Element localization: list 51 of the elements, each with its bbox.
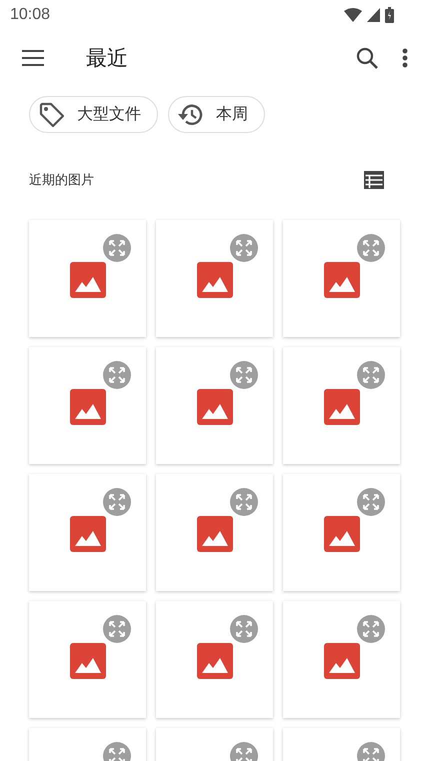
- image-file-icon: [70, 516, 106, 552]
- image-file-icon: [196, 642, 232, 678]
- image-thumbnail[interactable]: [29, 220, 146, 337]
- image-file-icon: [324, 516, 360, 552]
- image-thumbnail[interactable]: [156, 601, 273, 718]
- expand-icon[interactable]: [230, 361, 258, 389]
- signal-icon: [367, 8, 380, 22]
- history-icon: [178, 102, 204, 126]
- image-file-icon: [324, 388, 360, 424]
- section-title: 近期的图片: [29, 172, 94, 189]
- expand-icon[interactable]: [103, 488, 131, 516]
- image-file-icon: [324, 262, 360, 298]
- list-view-button[interactable]: [364, 171, 384, 189]
- expand-icon[interactable]: [230, 615, 258, 643]
- status-time: 10:08: [10, 6, 50, 24]
- expand-icon[interactable]: [103, 361, 131, 389]
- image-file-icon: [70, 262, 106, 298]
- image-thumbnail[interactable]: [156, 347, 273, 464]
- expand-icon[interactable]: [103, 234, 131, 262]
- search-icon: [356, 47, 378, 69]
- list-view-icon: [364, 171, 384, 189]
- page-title: 最近: [86, 45, 128, 72]
- expand-icon[interactable]: [230, 234, 258, 262]
- image-file-icon: [196, 516, 232, 552]
- filter-chip[interactable]: 本周: [168, 96, 265, 133]
- expand-icon[interactable]: [230, 488, 258, 516]
- menu-icon: [22, 50, 44, 66]
- image-file-icon: [70, 642, 106, 678]
- image-thumbnail[interactable]: [29, 601, 146, 718]
- image-file-icon: [324, 642, 360, 678]
- expand-icon[interactable]: [357, 488, 385, 516]
- expand-icon[interactable]: [357, 361, 385, 389]
- expand-icon[interactable]: [357, 615, 385, 643]
- expand-icon[interactable]: [357, 234, 385, 262]
- image-file-icon: [196, 262, 232, 298]
- tag-icon: [39, 102, 65, 128]
- image-file-icon: [196, 388, 232, 424]
- image-thumbnail[interactable]: [29, 474, 146, 591]
- battery-icon: [385, 7, 394, 23]
- image-thumbnail[interactable]: [29, 347, 146, 464]
- image-file-icon: [70, 388, 106, 424]
- image-thumbnail[interactable]: [283, 474, 400, 591]
- image-thumbnail[interactable]: [283, 220, 400, 337]
- image-thumbnail[interactable]: [283, 347, 400, 464]
- expand-icon[interactable]: [103, 615, 131, 643]
- image-thumbnail[interactable]: [283, 601, 400, 718]
- more-icon: [402, 48, 408, 68]
- image-thumbnail[interactable]: [156, 220, 273, 337]
- image-thumbnail[interactable]: [156, 474, 273, 591]
- wifi-icon: [344, 8, 362, 22]
- filter-chip[interactable]: 大型文件: [29, 96, 158, 133]
